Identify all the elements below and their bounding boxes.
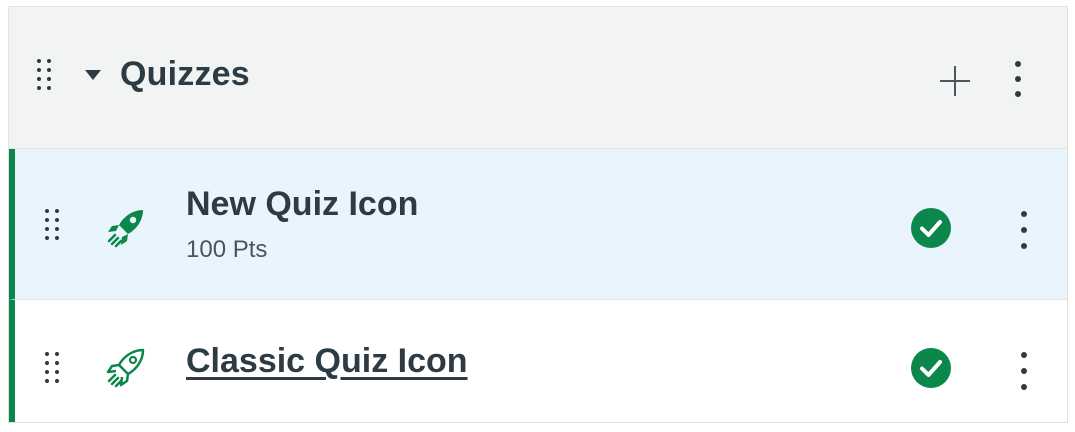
drag-handle-icon[interactable] <box>45 352 59 383</box>
kebab-menu-icon <box>1021 352 1027 358</box>
module-item-classic-quiz[interactable]: Classic Quiz Icon <box>9 300 1067 422</box>
module-title: Quizzes <box>120 55 250 93</box>
item-menu-button[interactable] <box>1018 211 1030 249</box>
drag-handle-icon[interactable] <box>37 59 51 90</box>
module-item-new-quiz[interactable]: New Quiz Icon 100 Pts <box>9 149 1067 300</box>
caret-down-icon[interactable] <box>85 70 101 80</box>
add-item-button[interactable] <box>937 63 973 99</box>
published-check-icon[interactable] <box>910 207 952 249</box>
module-menu-button[interactable] <box>1012 61 1024 97</box>
item-menu-button[interactable] <box>1018 352 1030 390</box>
item-title-link[interactable]: Classic Quiz Icon <box>186 342 468 381</box>
item-title[interactable]: New Quiz Icon <box>186 185 418 224</box>
rocket-solid-icon <box>107 210 143 248</box>
drag-handle-icon[interactable] <box>45 209 59 240</box>
item-points: 100 Pts <box>186 236 268 263</box>
published-check-icon[interactable] <box>910 347 952 389</box>
plus-icon <box>940 66 970 96</box>
kebab-menu-icon <box>1015 61 1021 67</box>
rocket-outline-icon <box>106 348 145 388</box>
module-container: Quizzes New Quiz Icon 100 Pts Classic Qu… <box>8 6 1068 423</box>
kebab-menu-icon <box>1021 211 1027 217</box>
module-header[interactable]: Quizzes <box>9 7 1067 149</box>
